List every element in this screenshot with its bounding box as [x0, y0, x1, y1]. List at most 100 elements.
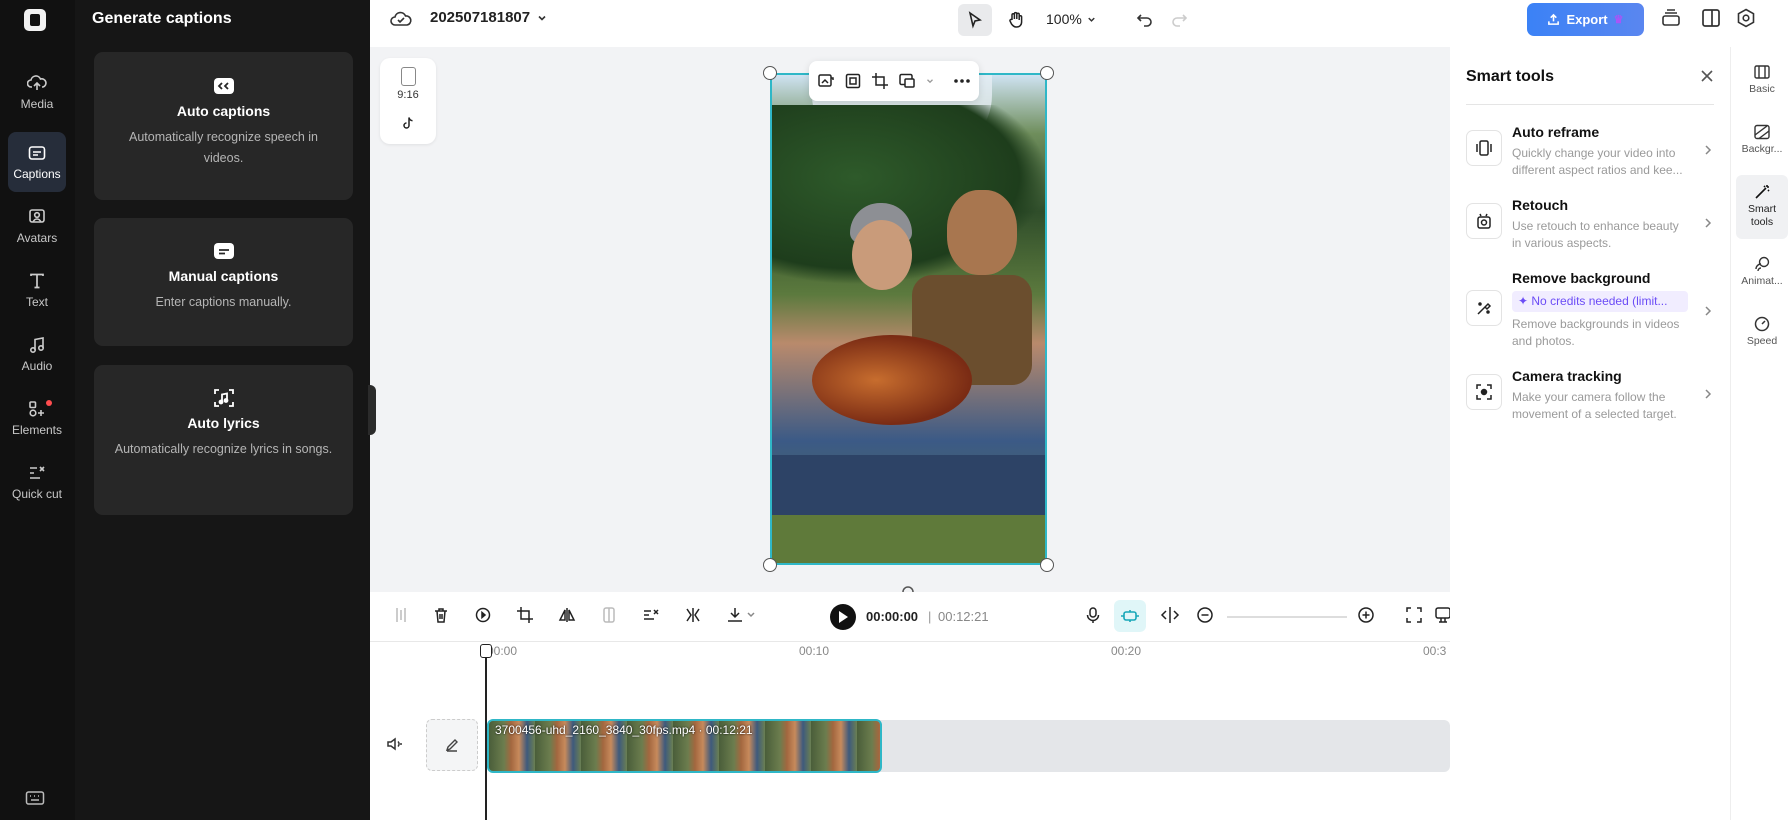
video-clip[interactable]: 3700456-uhd_2160_3840_30fps.mp4 · 00:12:… [487, 719, 882, 773]
tool-description: Make your camera follow the movement of … [1512, 390, 1677, 421]
tab-background[interactable]: Backgr... [1736, 115, 1788, 165]
basic-icon [1736, 61, 1788, 83]
sidebar-item-avatars[interactable]: Avatars [8, 206, 66, 254]
project-name-dropdown[interactable]: 202507181807 [430, 9, 548, 26]
layers-icon[interactable] [1660, 8, 1682, 28]
tool-auto-reframe[interactable]: Auto reframe Quickly change your video i… [1466, 124, 1718, 188]
chevron-down-icon [1088, 17, 1095, 22]
playhead[interactable] [480, 644, 492, 820]
cursor-icon [968, 11, 982, 29]
replace-icon[interactable] [817, 72, 835, 90]
sidebar-item-elements[interactable]: Elements [8, 398, 66, 446]
zoom-value: 100% [1046, 11, 1082, 27]
resize-handle[interactable] [763, 558, 777, 572]
hand-tool-button[interactable] [1000, 4, 1032, 36]
microphone-icon[interactable] [1084, 606, 1102, 624]
redo-icon [1172, 14, 1188, 27]
export-button[interactable]: Export ♛ [1527, 3, 1644, 36]
tool-camera-tracking[interactable]: Camera tracking Make your camera follow … [1466, 368, 1718, 432]
zoom-dropdown[interactable]: 100% [1046, 11, 1097, 27]
auto-lyrics-card[interactable]: Auto lyrics Automatically recognize lyri… [94, 365, 353, 515]
download-dropdown-icon[interactable] [726, 606, 756, 624]
split-screen-icon[interactable] [1160, 606, 1180, 624]
select-tool-button[interactable] [958, 4, 992, 36]
collapse-panel-handle[interactable] [368, 385, 376, 435]
auto-captions-card[interactable]: Auto captions Automatically recognize sp… [94, 52, 353, 200]
manual-captions-card[interactable]: Manual captions Enter captions manually. [94, 218, 353, 346]
sidebar-item-text[interactable]: Text [8, 270, 66, 318]
auto-lyrics-icon [94, 387, 353, 409]
zoom-out-icon[interactable] [1196, 606, 1214, 624]
top-bar: 202507181807 100% Export ♛ [370, 0, 1792, 47]
video-preview[interactable] [770, 73, 1047, 565]
timeline: 00:00:00 | 00:12:21 00:00 00:10 00:20 00… [370, 592, 1451, 820]
magnet-snap-button[interactable] [1114, 600, 1146, 632]
tool-name: Auto reframe [1512, 124, 1600, 140]
tick-label: 00:20 [1111, 644, 1142, 658]
tool-retouch[interactable]: Retouch Use retouch to enhance beauty in… [1466, 197, 1718, 261]
captions-panel: Generate captions Auto captions Automati… [75, 0, 370, 820]
tick-label: 00:10 [799, 644, 830, 658]
undo-icon [1136, 14, 1152, 27]
notification-dot [46, 400, 52, 406]
chevron-down-icon[interactable] [925, 76, 935, 86]
mask-icon[interactable] [600, 606, 618, 624]
tab-animation[interactable]: Animat... [1736, 247, 1788, 299]
tool-remove-background[interactable]: Remove background ✦ No credits needed (l… [1466, 270, 1718, 358]
avatar-icon [8, 206, 66, 228]
tab-speed[interactable]: Speed [1736, 307, 1788, 359]
sidebar-item-captions[interactable]: Captions [8, 132, 66, 192]
track-volume-icon[interactable] [386, 736, 404, 752]
fit-frame-icon[interactable] [844, 72, 862, 90]
card-title: Auto lyrics [187, 415, 260, 431]
total-duration: 00:12:21 [938, 609, 989, 624]
flip-icon[interactable] [558, 606, 576, 624]
panel-title: Smart tools [1466, 68, 1555, 85]
tool-name: Remove background [1512, 270, 1651, 286]
zoom-slider[interactable] [1227, 616, 1347, 618]
resize-handle[interactable] [1040, 66, 1054, 80]
resize-handle[interactable] [1040, 558, 1054, 572]
redo-button[interactable] [1166, 6, 1192, 32]
delete-icon[interactable] [432, 606, 450, 624]
card-title: Manual captions [168, 268, 279, 284]
more-options-icon[interactable] [953, 78, 971, 84]
tool-name: Retouch [1512, 197, 1568, 213]
split-icon[interactable] [392, 606, 410, 624]
tab-label: Basic [1749, 83, 1775, 95]
tab-label: Speed [1746, 335, 1778, 347]
crop-icon[interactable] [516, 606, 534, 624]
cloud-sync-icon[interactable] [390, 10, 412, 28]
sidebar-item-quick-cut[interactable]: Quick cut [8, 462, 66, 524]
timeline-ruler[interactable]: 00:00 00:10 00:20 00:3 [487, 644, 1450, 664]
arrange-icon[interactable] [898, 72, 916, 90]
tab-basic[interactable]: Basic [1736, 55, 1788, 105]
trim-icon[interactable] [684, 606, 702, 624]
zoom-in-icon[interactable] [1357, 606, 1375, 624]
sidebar-item-audio[interactable]: Audio [8, 334, 66, 382]
close-icon[interactable] [1700, 69, 1714, 83]
aspect-ratio-selector[interactable]: 9:16 [380, 58, 436, 144]
card-description: Automatically recognize speech in videos… [129, 130, 318, 165]
keyboard-shortcuts-icon[interactable] [25, 790, 45, 806]
tab-smart-tools[interactable]: Smart tools [1736, 175, 1788, 239]
replay-icon[interactable] [474, 606, 492, 624]
tiktok-icon[interactable] [401, 116, 415, 130]
fullscreen-icon[interactable] [1405, 606, 1423, 624]
settings-icon[interactable] [1735, 8, 1757, 28]
panel-layout-icon[interactable] [1700, 8, 1722, 28]
left-rail: Media Captions Avatars Text Audio Elemen… [0, 0, 75, 820]
undo-button[interactable] [1132, 6, 1158, 32]
app-logo[interactable] [24, 9, 46, 31]
quick-cut-icon[interactable] [642, 606, 660, 624]
sidebar-item-media[interactable]: Media [8, 68, 66, 116]
hand-icon [1009, 11, 1023, 28]
cover-edit-button[interactable] [426, 719, 478, 771]
tab-label: Smart tools [1747, 203, 1776, 228]
crop-icon[interactable] [871, 72, 889, 90]
manual-captions-icon [94, 240, 353, 262]
free-credits-badge: ✦ No credits needed (limit... [1512, 291, 1688, 312]
resize-handle[interactable] [763, 66, 777, 80]
auto-reframe-icon [1466, 130, 1502, 166]
play-button[interactable] [830, 604, 856, 630]
